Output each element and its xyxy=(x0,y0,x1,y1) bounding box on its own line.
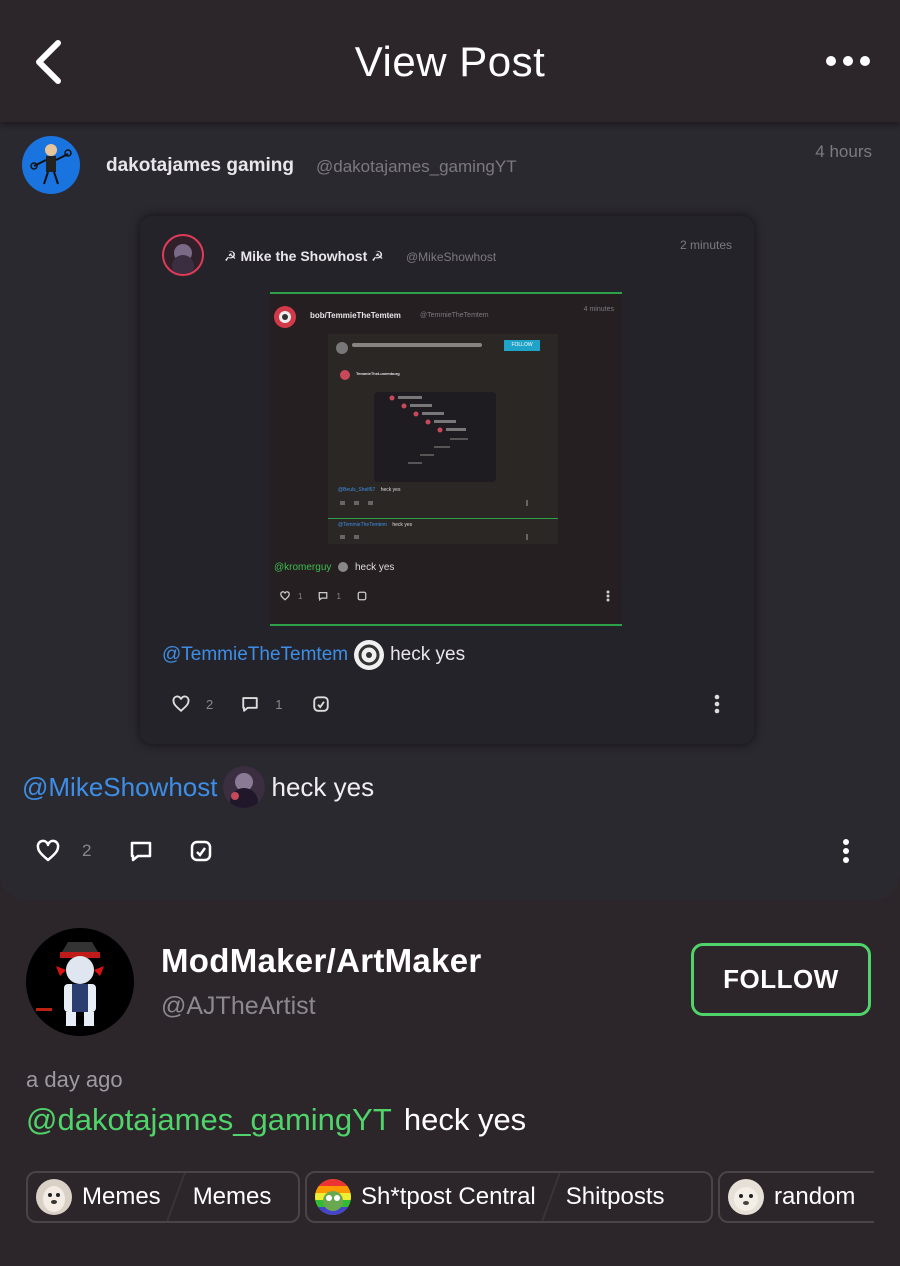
user-mention: @Beuls_Shelf67 xyxy=(338,487,376,493)
comment-timestamp: a day ago xyxy=(26,1067,123,1092)
reply-body: heck yes xyxy=(380,487,401,493)
emoji-avatar xyxy=(223,766,266,808)
user-mention[interactable]: @MikeShowhost xyxy=(22,772,217,803)
share-icon xyxy=(313,696,330,712)
avatar-image xyxy=(36,942,104,1026)
reply-text: @kromerguy heck yes xyxy=(274,562,394,573)
community-chip[interactable]: Memes Memes xyxy=(26,1171,300,1223)
action-bar: 1 1 xyxy=(280,590,610,602)
nested-thread xyxy=(389,395,468,464)
header-text-line xyxy=(352,343,482,347)
community-avatar xyxy=(728,1179,764,1215)
community-chip[interactable]: random xyxy=(718,1171,874,1223)
community-chip[interactable]: Sh*tpost Central Shitposts xyxy=(305,1171,713,1223)
user-mention[interactable]: @TemmieTheTemtem xyxy=(162,644,348,666)
quoted-post: FOLLOW TemmieTheLuxemburg @Beuls_Shelf67… xyxy=(328,334,558,544)
avatar xyxy=(162,234,204,276)
comment-count: 1 xyxy=(336,591,341,601)
comment-body: heck yes xyxy=(403,1102,527,1137)
community-avatar xyxy=(315,1179,351,1215)
comment-count: 1 xyxy=(275,696,283,712)
more-options-button[interactable] xyxy=(826,48,870,74)
comment-icon xyxy=(242,697,258,712)
share-icon[interactable] xyxy=(189,839,213,863)
post-card: dakotajames gaming @dakotajames_gamingYT… xyxy=(0,122,900,900)
avatar xyxy=(336,342,348,354)
post-timestamp: 4 minutes xyxy=(583,306,614,313)
avatar xyxy=(340,370,350,380)
user-mention[interactable]: @dakotajames_gamingYT xyxy=(26,1102,391,1137)
reply-body: heck yes xyxy=(354,562,395,573)
reply-body: heck yes xyxy=(392,522,413,528)
reply-text: @Beuls_Shelf67 heck yes xyxy=(338,487,400,493)
divider xyxy=(328,518,558,519)
community-name: random xyxy=(774,1183,856,1210)
author-handle: @TemmieTheTemtem xyxy=(420,312,489,319)
quoted-post[interactable]: ☭ Mike the Showhost ☭ @MikeShowhost 2 mi… xyxy=(140,216,754,744)
action-bar: 2 xyxy=(36,838,856,864)
community-chips: Memes Memes Sh*tpost Central Shitposts r… xyxy=(26,1171,874,1223)
more-vertical-icon[interactable] xyxy=(842,838,850,864)
comment-text: @dakotajames_gamingYT heck yes xyxy=(26,1102,526,1138)
top-bar: View Post xyxy=(0,0,900,122)
category-name: Shitposts xyxy=(565,1183,665,1210)
author-name: TemmieTheLuxemburg xyxy=(356,371,400,376)
author-handle: @AJTheArtist xyxy=(161,992,316,1020)
community-name: Sh*tpost Central xyxy=(361,1183,536,1210)
user-mention: @TemmieTheTemtem xyxy=(338,522,387,528)
category-name: Memes xyxy=(192,1183,272,1210)
reply-text: @TemmieTheTemtem heck yes xyxy=(338,522,412,528)
comment-icon[interactable] xyxy=(129,839,153,863)
chip-separator xyxy=(165,1173,186,1221)
emoji-avatar xyxy=(338,562,349,573)
author-name: bob/TemmieTheTemtem xyxy=(310,311,401,320)
follow-button[interactable]: FOLLOW xyxy=(691,943,871,1016)
quoted-post: bob/TemmieTheTemtem @TemmieTheTemtem 4 m… xyxy=(270,292,622,626)
action-bar: 2 1 xyxy=(172,694,720,714)
share-icon xyxy=(357,591,367,601)
heart-icon xyxy=(280,591,290,601)
avatar xyxy=(274,306,296,328)
author-handle: @dakotajames_gamingYT xyxy=(316,157,517,176)
avatar[interactable] xyxy=(22,136,80,194)
heart-icon[interactable] xyxy=(36,839,60,863)
author-name: ☭ Mike the Showhost ☭ xyxy=(224,248,384,264)
avatar-image xyxy=(30,144,72,185)
community-avatar xyxy=(36,1179,72,1215)
heart-icon xyxy=(172,695,190,712)
like-count: 2 xyxy=(82,841,92,860)
post-timestamp: 4 hours xyxy=(815,142,872,161)
page-title: View Post xyxy=(354,38,546,85)
more-vertical-icon xyxy=(714,694,720,714)
action-bar xyxy=(340,534,530,540)
more-vertical-icon xyxy=(606,590,610,602)
emoji-avatar xyxy=(354,640,385,670)
author-name[interactable]: dakotajames gaming xyxy=(106,155,294,177)
avatar[interactable] xyxy=(26,928,134,1036)
follow-button: FOLLOW xyxy=(504,340,540,351)
quoted-post xyxy=(374,392,496,482)
more-horizontal-icon xyxy=(826,56,870,66)
reply-text: @TemmieTheTemtem heck yes xyxy=(162,640,465,670)
like-count: 1 xyxy=(298,591,303,601)
reply-body: heck yes xyxy=(271,771,375,802)
reply-text: @MikeShowhost heck yes xyxy=(22,766,374,808)
community-name: Memes xyxy=(82,1183,161,1210)
action-bar xyxy=(340,500,530,506)
author-handle: @MikeShowhost xyxy=(406,250,497,264)
post-timestamp: 2 minutes xyxy=(679,238,732,252)
user-mention: @kromerguy xyxy=(274,562,332,573)
comment-icon xyxy=(319,592,328,601)
author-name[interactable]: ModMaker/ArtMaker xyxy=(161,942,482,980)
reply-body: heck yes xyxy=(390,644,466,665)
comment-section: ModMaker/ArtMaker @AJTheArtist FOLLOW a … xyxy=(0,900,900,1266)
like-count: 2 xyxy=(206,696,214,712)
chip-separator xyxy=(541,1173,561,1221)
